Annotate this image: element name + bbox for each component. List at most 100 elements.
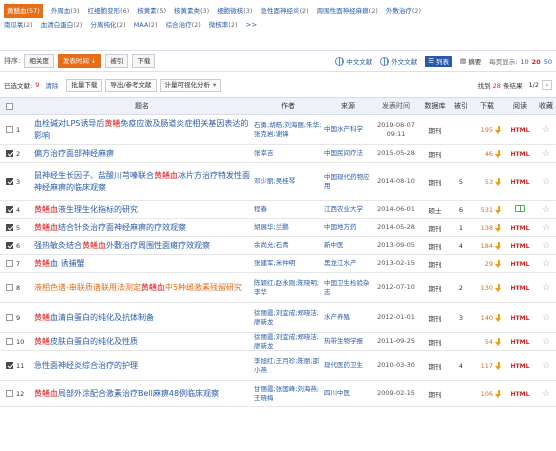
- article-title-link[interactable]: 黄鳝血结合针灸治疗面神经麻痹的疗效观察: [34, 223, 186, 232]
- star-icon[interactable]: ☆: [536, 259, 556, 269]
- author-cell[interactable]: 石勇;胡皓;刘海丽;朱华;张克岩;谢锋: [254, 121, 322, 139]
- download-cell[interactable]: 531: [472, 205, 504, 214]
- row-checkbox[interactable]: [6, 224, 13, 231]
- download-cell[interactable]: 46: [472, 149, 504, 158]
- article-title-link[interactable]: 急性面神经炎综合治疗的护理: [34, 361, 138, 370]
- row-checkbox[interactable]: [6, 260, 13, 267]
- keyword-filter-item[interactable]: 核黄素(5): [137, 4, 166, 18]
- sort-button-0[interactable]: 相关度: [24, 54, 54, 68]
- header-database[interactable]: 数据库: [420, 101, 450, 111]
- per-page-option[interactable]: 10: [520, 58, 528, 66]
- author-cell[interactable]: 胡展华;兰鹏: [254, 223, 322, 232]
- keyword-filter-item[interactable]: 急性面神经炎(2): [260, 4, 308, 18]
- cited-cell[interactable]: 2: [450, 284, 472, 292]
- header-source[interactable]: 来源: [322, 102, 372, 111]
- visual-analysis-dropdown[interactable]: 计量可视化分析 ▾: [159, 78, 222, 92]
- clear-selection-link[interactable]: 清除: [45, 80, 58, 90]
- download-cell[interactable]: 130: [472, 283, 504, 292]
- source-cell[interactable]: 中国卫生检验杂志: [322, 279, 372, 297]
- download-cell[interactable]: 195: [472, 125, 504, 134]
- header-author[interactable]: 作者: [254, 102, 322, 111]
- header-cited[interactable]: 被引: [450, 101, 472, 111]
- keyword-more-link[interactable]: >>: [246, 18, 258, 32]
- cited-cell[interactable]: 1: [450, 224, 472, 232]
- star-icon[interactable]: ☆: [536, 241, 556, 251]
- keyword-filter-item[interactable]: 核黄素类(3): [174, 4, 209, 18]
- author-cell[interactable]: 甘丽霞;张国峰;刘海燕;王晓梅: [254, 385, 322, 403]
- keyword-filter-item[interactable]: 外周血(3): [51, 4, 80, 18]
- source-cell[interactable]: 现代医药卫生: [322, 361, 372, 370]
- author-cell[interactable]: 徐丽霞;刘宜成;郑晓洁;廖新龙: [254, 333, 322, 351]
- caj-read-button[interactable]: [515, 205, 525, 212]
- source-cell[interactable]: 中国水产科学: [322, 125, 372, 134]
- author-cell[interactable]: 张建军;米仲明: [254, 259, 322, 268]
- per-page-option[interactable]: 20: [532, 58, 541, 66]
- author-cell[interactable]: 徐丽霞;刘宜成;郑晓洁;廖新龙: [254, 309, 322, 327]
- html-read-link[interactable]: HTML: [511, 285, 530, 292]
- article-title-link[interactable]: 黄鳝血 诱捕蟹: [34, 259, 85, 268]
- author-cell[interactable]: 邓少丽;吴桂琴: [254, 177, 322, 186]
- row-checkbox[interactable]: [6, 126, 13, 133]
- download-cell[interactable]: 184: [472, 241, 504, 250]
- row-checkbox[interactable]: [6, 338, 13, 345]
- row-checkbox[interactable]: [6, 242, 13, 249]
- select-all-checkbox[interactable]: [6, 102, 13, 110]
- header-date[interactable]: 发表时间: [372, 102, 420, 111]
- download-cell[interactable]: 106: [472, 389, 504, 398]
- download-cell[interactable]: 138: [472, 223, 504, 232]
- star-icon[interactable]: ☆: [536, 149, 556, 159]
- html-read-link[interactable]: HTML: [511, 339, 530, 346]
- row-checkbox[interactable]: [6, 284, 13, 291]
- article-title-link[interactable]: 黄鳝皮肤白蛋白的纯化及性质: [34, 337, 138, 346]
- star-icon[interactable]: ☆: [536, 283, 556, 293]
- author-cell[interactable]: 余尚允;石青: [254, 241, 322, 250]
- article-title-link[interactable]: 黄鳝血液生理生化指标的研究: [34, 205, 138, 214]
- download-cell[interactable]: 117: [472, 361, 504, 370]
- article-title-link[interactable]: 黄鳝血局部外涂配合激素治疗Bell麻痹48例临床观察: [34, 389, 219, 398]
- row-checkbox[interactable]: [6, 390, 13, 397]
- html-read-link[interactable]: HTML: [511, 391, 530, 398]
- star-icon[interactable]: ☆: [536, 313, 556, 323]
- keyword-filter-item[interactable]: 血清白蛋白(2): [41, 18, 83, 32]
- cited-cell[interactable]: 4: [450, 242, 472, 250]
- star-icon[interactable]: ☆: [536, 125, 556, 135]
- abstract-view-button[interactable]: ▤ 摘要: [460, 56, 481, 66]
- article-title-link[interactable]: 强热敏灸结合黄鳝血外敷治疗周围性面瘫疗效观察: [34, 241, 210, 250]
- keyword-filter-item[interactable]: 细胞微核(3): [217, 4, 252, 18]
- author-cell[interactable]: 张幸吉: [254, 149, 322, 158]
- article-title-link[interactable]: 鼠神经生长因子、盐酸川芎嗪联合黄鳝血冰片方治疗特发性面神经麻痹的临床观察: [34, 171, 250, 192]
- foreign-literature-link[interactable]: 外文文献: [380, 56, 417, 66]
- source-cell[interactable]: 水产养殖: [322, 313, 372, 322]
- html-read-link[interactable]: HTML: [511, 127, 530, 134]
- source-cell[interactable]: 黑龙江水产: [322, 259, 372, 268]
- source-cell[interactable]: 中国现代药物应用: [322, 173, 372, 191]
- keyword-filter-item[interactable]: 外敷治疗(2): [386, 4, 421, 18]
- star-icon[interactable]: ☆: [536, 389, 556, 399]
- cited-cell[interactable]: 3: [450, 314, 472, 322]
- sort-button-2[interactable]: 被引: [105, 54, 129, 68]
- star-icon[interactable]: ☆: [536, 337, 556, 347]
- row-checkbox[interactable]: [6, 206, 13, 213]
- keyword-filter-item[interactable]: 微核率(2): [209, 18, 238, 32]
- star-icon[interactable]: ☆: [536, 361, 556, 371]
- download-cell[interactable]: 54: [472, 337, 504, 346]
- download-cell[interactable]: 29: [472, 259, 504, 268]
- row-checkbox[interactable]: [6, 178, 13, 185]
- keyword-filter-item[interactable]: 分离纯化(2): [90, 18, 125, 32]
- source-cell[interactable]: 江西农业大学: [322, 205, 372, 214]
- sort-button-1[interactable]: 发表时间 ↓: [57, 54, 102, 68]
- author-cell[interactable]: 李旭红;王月珍;陈丽;邵小燕: [254, 357, 322, 375]
- source-cell[interactable]: 四川中医: [322, 389, 372, 398]
- keyword-filter-item[interactable]: 黄鳝血(57): [4, 4, 43, 18]
- article-title-link[interactable]: 偏方治疗面部神经麻痹: [34, 149, 114, 158]
- keyword-filter-item[interactable]: 周围性面神经麻痹(2): [317, 4, 378, 18]
- download-cell[interactable]: 53: [472, 177, 504, 186]
- source-cell[interactable]: 中国民间疗法: [322, 149, 372, 158]
- keyword-filter-item[interactable]: 南瓜氧(2): [4, 18, 33, 32]
- html-read-link[interactable]: HTML: [511, 363, 530, 370]
- cited-cell[interactable]: 5: [450, 178, 472, 186]
- source-cell[interactable]: 中国地方药: [322, 223, 372, 232]
- star-icon[interactable]: ☆: [536, 205, 556, 215]
- header-title[interactable]: 题名: [32, 101, 254, 111]
- html-read-link[interactable]: HTML: [511, 243, 530, 250]
